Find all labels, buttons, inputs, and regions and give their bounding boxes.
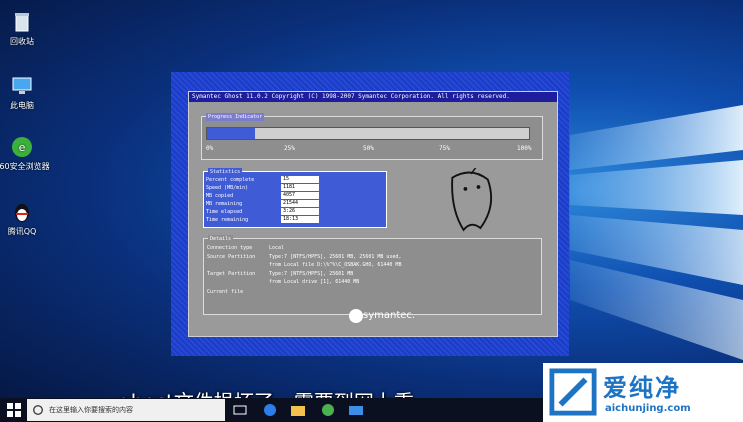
stat-value: 18:13 xyxy=(281,216,319,223)
stat-label: Time remaining xyxy=(206,217,249,223)
detail-value: from Local drive [1], 61440 MB xyxy=(269,279,360,285)
detail-value: Type:7 [NTFS/HPFS], 25601 MB, 25601 MB u… xyxy=(269,254,402,260)
search-circle-icon xyxy=(33,405,43,415)
progress-bar xyxy=(206,127,530,140)
desktop-icon-this-pc[interactable]: 此电脑 xyxy=(0,74,50,111)
task-view-icon[interactable] xyxy=(232,402,248,418)
desktop-icon-qq[interactable]: 腾讯QQ xyxy=(0,200,50,237)
browser-taskbar-icon[interactable] xyxy=(262,402,278,418)
desktop: 回收站 此电脑 e 360安全浏览器 腾讯QQ Symantec Ghost 1… xyxy=(0,0,743,422)
desktop-icon-label: 腾讯QQ xyxy=(7,227,37,236)
detail-value: from Local file D:\%^%\C_OSBAK.GHO, 6144… xyxy=(269,262,402,268)
progress-panel-label: Progress Indicator xyxy=(206,113,265,121)
desktop-icon-label: 此电脑 xyxy=(10,101,34,110)
stat-label: Speed (MB/min) xyxy=(206,185,249,191)
progress-tick: 100% xyxy=(517,145,532,152)
brand-url: aichunjing.com xyxy=(605,403,691,414)
stat-value: 3:26 xyxy=(281,208,319,215)
stat-label: MB copied xyxy=(206,193,234,199)
stat-value: 1181 xyxy=(281,184,319,191)
detail-value: Type:7 [NTFS/HPFS], 25601 MB xyxy=(269,271,354,277)
ghost-title-bar: Symantec Ghost 11.0.2 Copyright (C) 1998… xyxy=(189,92,557,102)
statistics-label: Statistics xyxy=(208,168,243,176)
details-label: Details xyxy=(208,235,234,243)
detail-label: Target Partition xyxy=(207,271,256,277)
qq-penguin-icon xyxy=(15,204,29,222)
brand-name: 爱纯净 xyxy=(603,374,681,402)
recycle-bin-icon xyxy=(15,13,29,32)
symantec-brand: symantec. xyxy=(363,310,416,321)
progress-tick: 50% xyxy=(363,145,374,152)
computer-icon xyxy=(12,77,32,94)
stat-label: Time elapsed xyxy=(206,209,243,215)
progress-tick: 75% xyxy=(439,145,450,152)
ghost-window: Symantec Ghost 11.0.2 Copyright (C) 1998… xyxy=(188,91,558,337)
desktop-icon-label: 360安全浏览器 xyxy=(0,162,50,171)
desktop-icon-360-browser[interactable]: e 360安全浏览器 xyxy=(0,135,50,172)
stat-label: MB remaining xyxy=(206,201,243,207)
stat-value: 21544 xyxy=(281,200,319,207)
stat-label: Percent complete xyxy=(206,177,255,183)
progress-tick: 0% xyxy=(206,145,214,152)
stat-value: 15 xyxy=(281,176,319,183)
detail-value: Local xyxy=(269,245,285,251)
statistics-panel: Statistics Percent complete 15 Speed (MB… xyxy=(203,168,387,228)
app-taskbar-icon[interactable] xyxy=(320,402,336,418)
file-explorer-icon[interactable] xyxy=(290,402,306,418)
ghost-mascot-icon xyxy=(451,168,493,232)
brand-logo-icon xyxy=(549,368,597,416)
desktop-icon-recycle-bin[interactable]: 回收站 xyxy=(0,10,50,47)
desktop-icon-label: 回收站 xyxy=(10,37,34,46)
stat-value: 4057 xyxy=(281,192,319,199)
details-panel: Details Connection type Local Source Par… xyxy=(203,235,542,315)
taskbar-search-input[interactable]: 在这里输入你要搜索的内容 xyxy=(27,399,225,421)
detail-label: Source Partition xyxy=(207,254,256,260)
browser-icon: e xyxy=(12,137,32,157)
svg-text:e: e xyxy=(19,141,26,154)
progress-tick: 25% xyxy=(284,145,295,152)
symantec-logo-icon xyxy=(349,309,363,323)
watermark-brand: 爱纯净 aichunjing.com xyxy=(543,363,743,422)
detail-label: Current file xyxy=(207,289,244,295)
detail-label: Connection type xyxy=(207,245,253,251)
windows-start-icon[interactable] xyxy=(6,402,22,418)
progress-bar-fill xyxy=(207,128,256,139)
mail-icon[interactable] xyxy=(348,402,364,418)
search-placeholder: 在这里输入你要搜索的内容 xyxy=(49,406,133,414)
